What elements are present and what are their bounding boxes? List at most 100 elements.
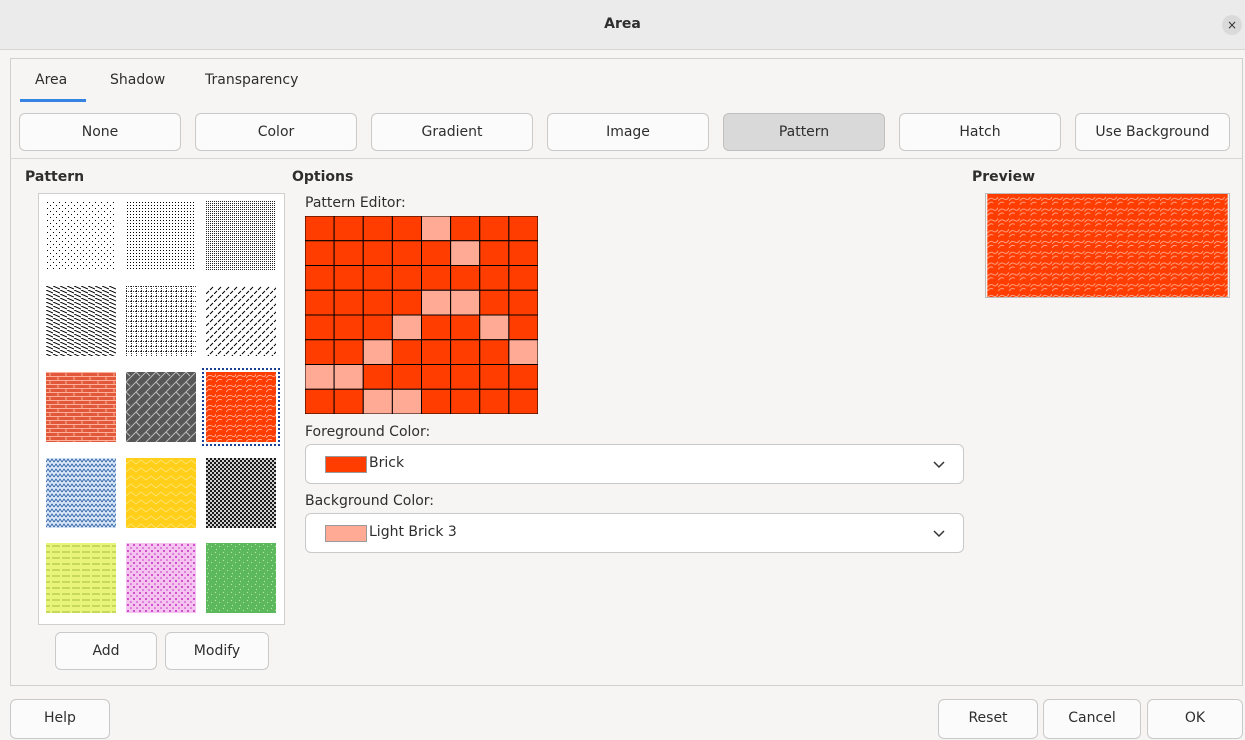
pattern-editor-cell[interactable] bbox=[362, 265, 393, 291]
pattern-editor-cell[interactable] bbox=[391, 339, 422, 365]
pattern-editor-cell[interactable] bbox=[305, 364, 335, 390]
pattern-heading: Pattern bbox=[25, 169, 85, 185]
fill-color-button[interactable]: Color bbox=[195, 113, 357, 151]
pattern-editor-cell[interactable] bbox=[450, 240, 481, 266]
pattern-editor-cell[interactable] bbox=[450, 289, 481, 316]
pattern-editor-cell[interactable] bbox=[305, 216, 335, 242]
pattern-editor-cell[interactable] bbox=[421, 339, 452, 365]
pattern-editor-cell[interactable] bbox=[333, 339, 364, 365]
pattern-swatch[interactable] bbox=[206, 201, 276, 271]
pattern-editor-grid[interactable] bbox=[305, 216, 538, 414]
pattern-editor-cell[interactable] bbox=[450, 314, 481, 341]
foreground-color-dropdown[interactable]: Brick bbox=[305, 444, 964, 484]
pattern-editor-cell[interactable] bbox=[479, 364, 510, 390]
modify-button[interactable]: Modify bbox=[165, 632, 269, 670]
pattern-editor-cell[interactable] bbox=[450, 265, 481, 291]
ok-button[interactable]: OK bbox=[1147, 699, 1243, 739]
pattern-editor-cell[interactable] bbox=[479, 314, 510, 341]
pattern-swatch[interactable] bbox=[46, 201, 116, 271]
pattern-editor-cell[interactable] bbox=[421, 240, 452, 266]
pattern-editor-cell[interactable] bbox=[391, 240, 422, 266]
pattern-swatch[interactable] bbox=[46, 543, 116, 613]
pattern-editor-cell[interactable] bbox=[305, 388, 335, 414]
pattern-swatch[interactable] bbox=[46, 458, 116, 528]
pattern-editor-cell[interactable] bbox=[391, 388, 422, 414]
pattern-swatch[interactable] bbox=[126, 286, 196, 356]
pattern-editor-cell[interactable] bbox=[421, 265, 452, 291]
pattern-editor-cell[interactable] bbox=[479, 240, 510, 266]
pattern-editor-cell[interactable] bbox=[508, 265, 538, 291]
fill-image-button[interactable]: Image bbox=[547, 113, 709, 151]
pattern-editor-cell[interactable] bbox=[479, 216, 510, 242]
pattern-editor-cell[interactable] bbox=[333, 265, 364, 291]
tab-transparency[interactable]: Transparency bbox=[205, 72, 298, 88]
pattern-editor-cell[interactable] bbox=[362, 240, 393, 266]
pattern-editor-cell[interactable] bbox=[305, 265, 335, 291]
pattern-editor-cell[interactable] bbox=[333, 216, 364, 242]
pattern-editor-cell[interactable] bbox=[391, 265, 422, 291]
pattern-editor-cell[interactable] bbox=[421, 289, 452, 316]
pattern-editor-cell[interactable] bbox=[508, 388, 538, 414]
tab-area[interactable]: Area bbox=[35, 72, 67, 88]
fill-use-background-button[interactable]: Use Background bbox=[1075, 113, 1230, 151]
pattern-editor-cell[interactable] bbox=[508, 240, 538, 266]
fill-gradient-button[interactable]: Gradient bbox=[371, 113, 533, 151]
pattern-swatch[interactable] bbox=[126, 201, 196, 271]
pattern-swatch[interactable] bbox=[46, 286, 116, 356]
reset-button[interactable]: Reset bbox=[938, 699, 1038, 739]
fill-pattern-button[interactable]: Pattern bbox=[723, 113, 885, 151]
pattern-editor-cell[interactable] bbox=[362, 216, 393, 242]
pattern-swatch[interactable] bbox=[126, 543, 196, 613]
pattern-swatch[interactable] bbox=[206, 458, 276, 528]
pattern-editor-cell[interactable] bbox=[305, 314, 335, 341]
pattern-editor-cell[interactable] bbox=[479, 388, 510, 414]
pattern-swatch-selected[interactable] bbox=[202, 368, 280, 446]
pattern-editor-cell[interactable] bbox=[391, 216, 422, 242]
pattern-editor-cell[interactable] bbox=[508, 289, 538, 316]
pattern-swatch[interactable] bbox=[46, 372, 116, 442]
pattern-editor-cell[interactable] bbox=[305, 339, 335, 365]
fill-hatch-button[interactable]: Hatch bbox=[899, 113, 1061, 151]
pattern-editor-cell[interactable] bbox=[391, 289, 422, 316]
add-button[interactable]: Add bbox=[55, 632, 157, 670]
fill-none-button[interactable]: None bbox=[19, 113, 181, 151]
pattern-editor-cell[interactable] bbox=[450, 216, 481, 242]
pattern-editor-cell[interactable] bbox=[508, 364, 538, 390]
tab-shadow[interactable]: Shadow bbox=[110, 72, 165, 88]
pattern-editor-cell[interactable] bbox=[421, 216, 452, 242]
pattern-editor-cell[interactable] bbox=[362, 388, 393, 414]
pattern-editor-cell[interactable] bbox=[391, 314, 422, 341]
pattern-editor-cell[interactable] bbox=[450, 339, 481, 365]
pattern-editor-cell[interactable] bbox=[305, 240, 335, 266]
pattern-editor-cell[interactable] bbox=[333, 364, 364, 390]
pattern-editor-cell[interactable] bbox=[362, 339, 393, 365]
pattern-editor-cell[interactable] bbox=[421, 388, 452, 414]
pattern-editor-cell[interactable] bbox=[479, 339, 510, 365]
cancel-button[interactable]: Cancel bbox=[1043, 699, 1141, 739]
pattern-editor-cell[interactable] bbox=[333, 289, 364, 316]
pattern-editor-cell[interactable] bbox=[391, 364, 422, 390]
pattern-editor-cell[interactable] bbox=[508, 216, 538, 242]
pattern-editor-cell[interactable] bbox=[421, 314, 452, 341]
pattern-editor-cell[interactable] bbox=[333, 240, 364, 266]
pattern-editor-cell[interactable] bbox=[479, 265, 510, 291]
pattern-editor-cell[interactable] bbox=[362, 314, 393, 341]
pattern-editor-cell[interactable] bbox=[450, 364, 481, 390]
pattern-swatch[interactable] bbox=[206, 543, 276, 613]
background-color-dropdown[interactable]: Light Brick 3 bbox=[305, 513, 964, 553]
pattern-editor-cell[interactable] bbox=[508, 314, 538, 341]
pattern-swatch[interactable] bbox=[206, 286, 276, 356]
pattern-editor-cell[interactable] bbox=[508, 339, 538, 365]
pattern-editor-cell[interactable] bbox=[362, 289, 393, 316]
pattern-editor-cell[interactable] bbox=[362, 364, 393, 390]
pattern-editor-cell[interactable] bbox=[450, 388, 481, 414]
pattern-editor-cell[interactable] bbox=[333, 388, 364, 414]
pattern-swatch[interactable] bbox=[126, 458, 196, 528]
pattern-editor-cell[interactable] bbox=[479, 289, 510, 316]
pattern-editor-cell[interactable] bbox=[421, 364, 452, 390]
pattern-editor-cell[interactable] bbox=[333, 314, 364, 341]
pattern-swatch[interactable] bbox=[126, 372, 196, 442]
close-icon[interactable]: × bbox=[1222, 15, 1242, 35]
help-button[interactable]: Help bbox=[10, 699, 110, 739]
pattern-editor-cell[interactable] bbox=[305, 289, 335, 316]
